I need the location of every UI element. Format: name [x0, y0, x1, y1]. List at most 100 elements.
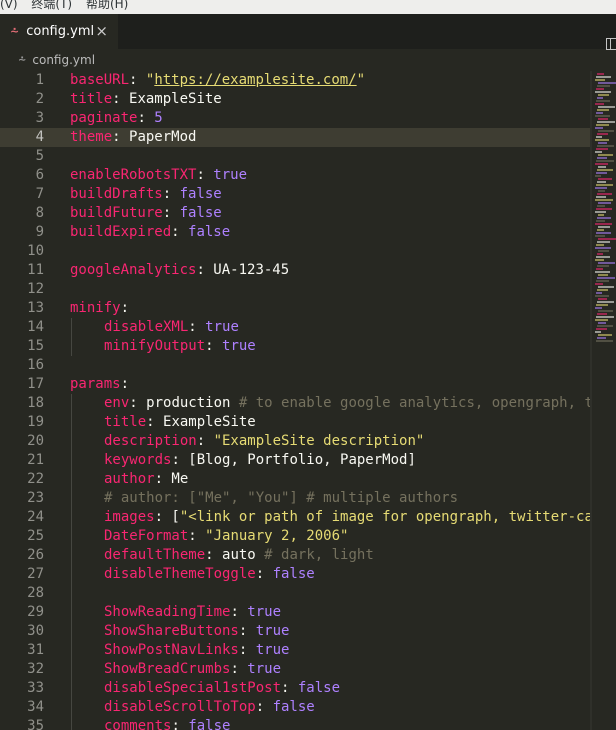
indent-guide: [71, 413, 72, 432]
code-line[interactable]: 24 images: ["<link or path of image for o…: [0, 508, 592, 527]
token-num: true: [255, 642, 290, 658]
tab-config-yml[interactable]: ⩪ config.yml ×: [0, 14, 118, 49]
minimap-line: [595, 199, 613, 201]
code-line[interactable]: 1 baseURL: "https://examplesite.com/": [0, 71, 592, 90]
line-number: 31: [27, 642, 44, 658]
code-line[interactable]: 3 paginate: 5: [0, 109, 592, 128]
code-editor[interactable]: 1 baseURL: "https://examplesite.com/" 2 tit…: [0, 71, 592, 730]
code-text: buildFuture: false: [70, 204, 222, 223]
menu-help[interactable]: 帮助(H): [86, 0, 128, 10]
line-number: 25: [27, 528, 44, 544]
code-line[interactable]: 2 title: ExampleSite: [0, 90, 592, 109]
minimap-line: [598, 334, 612, 336]
code-line[interactable]: 28: [0, 584, 592, 603]
code-line[interactable]: 9 buildExpired: false: [0, 223, 592, 242]
token-url: https://examplesite.com/: [154, 72, 357, 88]
code-line[interactable]: 21 keywords: [Blog, Portfolio, PaperMod]: [0, 451, 592, 470]
token-num: false: [179, 186, 222, 202]
minimap-line: [596, 160, 614, 162]
line-number: 2: [35, 91, 44, 107]
minimap-line: [596, 136, 602, 138]
code-line[interactable]: 32 ShowBreadCrumbs: true: [0, 660, 592, 679]
minimap-line: [596, 100, 610, 102]
code-line[interactable]: 25 DateFormat: "January 2, 2006": [0, 527, 592, 546]
breadcrumb: ⩪ config.yml: [0, 49, 616, 71]
minimap-line: [596, 88, 604, 90]
line-number: 17: [27, 376, 44, 392]
minimap-line: [598, 310, 613, 312]
code-line[interactable]: 30 ShowShareButtons: true: [0, 622, 592, 641]
code-text: googleAnalytics: UA-123-45: [70, 261, 289, 280]
code-line[interactable]: 18 env: production # to enable google ana…: [0, 394, 592, 413]
code-text: env: production # to enable google analy…: [104, 394, 592, 413]
code-line[interactable]: 5: [0, 147, 592, 166]
minimap-line: [598, 118, 608, 120]
minimap-line: [597, 241, 610, 243]
code-line[interactable]: 8 buildFuture: false: [0, 204, 592, 223]
minimap-line: [598, 238, 616, 240]
code-line[interactable]: 10: [0, 242, 592, 261]
minimap-line: [596, 340, 613, 342]
code-text: ShowReadingTime: true: [104, 603, 281, 622]
minimap-line: [596, 220, 605, 222]
code-line[interactable]: 11 googleAnalytics: UA-123-45: [0, 261, 592, 280]
code-line[interactable]: 33 disableSpecial1stPost: false: [0, 679, 592, 698]
code-line[interactable]: 27 disableThemeToggle: false: [0, 565, 592, 584]
minimap-line: [595, 295, 609, 297]
code-line[interactable]: 23 # author: ["Me", "You"] # multiple aut…: [0, 489, 592, 508]
minimap[interactable]: [592, 71, 616, 730]
code-line[interactable]: 20 description: "ExampleSite description": [0, 432, 592, 451]
code-text: disableSpecial1stPost: false: [104, 679, 340, 698]
token-plain: :: [162, 205, 180, 221]
code-line[interactable]: 31 ShowPostNavLinks: true: [0, 641, 592, 660]
minimap-line: [597, 133, 608, 135]
minimap-line: [597, 301, 614, 303]
token-key: disableXML: [104, 319, 189, 335]
code-text: theme: PaperMod: [70, 128, 196, 147]
token-num: 5: [154, 110, 163, 126]
minimap-line: [597, 181, 606, 183]
minimap-line: [595, 247, 611, 249]
minimap-line: [598, 322, 606, 324]
code-line[interactable]: 19 title: ExampleSite: [0, 413, 592, 432]
token-plain: : ExampleSite: [112, 91, 222, 107]
token-plain: :: [137, 110, 155, 126]
code-line[interactable]: 22 author: Me: [0, 470, 592, 489]
code-text: baseURL: "https://examplesite.com/": [70, 71, 365, 90]
menu-view[interactable]: (V): [0, 0, 18, 10]
code-line[interactable]: 15 minifyOutput: true: [0, 337, 592, 356]
indent-guide: [71, 337, 72, 356]
token-key: disableThemeToggle: [104, 566, 256, 582]
code-line[interactable]: 7 buildDrafts: false: [0, 185, 592, 204]
minimap-line: [596, 148, 608, 150]
code-line[interactable]: 13 minify:: [0, 299, 592, 318]
code-line[interactable]: 26 defaultTheme: auto # dark, light: [0, 546, 592, 565]
code-text: enableRobotsTXT: true: [70, 166, 247, 185]
minimap-line: [597, 169, 613, 171]
minimap-line: [598, 130, 614, 132]
minimap-line: [597, 157, 607, 159]
indent-guide: [71, 584, 72, 603]
close-icon[interactable]: ×: [95, 22, 108, 40]
indent-guide: [71, 546, 72, 565]
menu-terminal[interactable]: 终端(T): [31, 0, 72, 10]
code-line[interactable]: 16: [0, 356, 592, 375]
breadcrumb-file[interactable]: config.yml: [32, 53, 95, 67]
minimap-line: [598, 82, 616, 84]
token-plain: : production: [129, 395, 239, 411]
line-number: 24: [27, 509, 44, 525]
yaml-icon: ⩪: [10, 25, 19, 38]
code-line[interactable]: 34 disableScrollToTop: false: [0, 698, 592, 717]
minimap-line: [597, 145, 614, 147]
code-line[interactable]: 4 theme: PaperMod: [0, 128, 592, 147]
code-line[interactable]: 35 comments: false: [0, 717, 592, 730]
token-num: true: [213, 167, 248, 183]
token-str: "<link or path of image for opengraph, t…: [179, 509, 592, 525]
code-line[interactable]: 14 disableXML: true: [0, 318, 592, 337]
line-number: 27: [27, 566, 44, 582]
line-number: 8: [35, 205, 44, 221]
code-line[interactable]: 17 params:: [0, 375, 592, 394]
code-line[interactable]: 12: [0, 280, 592, 299]
code-line[interactable]: 6 enableRobotsTXT: true: [0, 166, 592, 185]
code-line[interactable]: 29 ShowReadingTime: true: [0, 603, 592, 622]
